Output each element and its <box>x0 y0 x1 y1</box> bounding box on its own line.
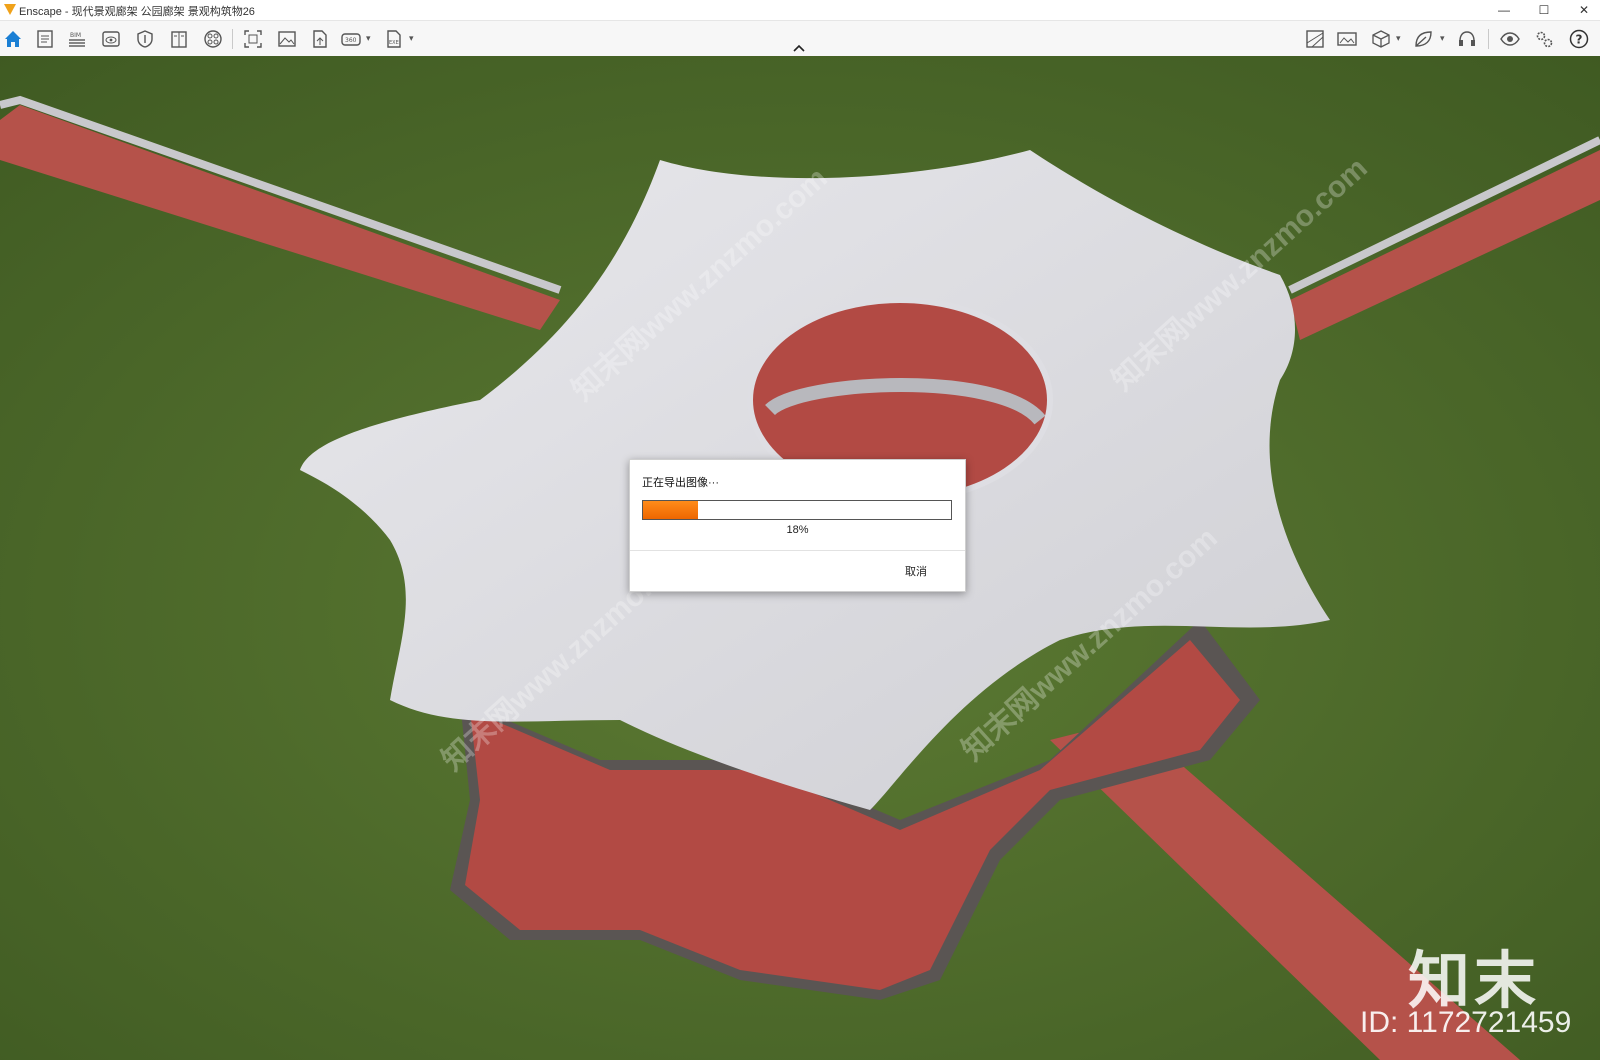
dialog-title: 正在导出图像··· <box>642 477 719 489</box>
eye-icon[interactable] <box>1497 26 1523 52</box>
cancel-button[interactable]: 取消 <box>905 563 927 579</box>
svg-text:360: 360 <box>345 37 357 44</box>
chevron-down-icon[interactable]: ▾ <box>1396 33 1401 44</box>
image-icon[interactable] <box>274 26 300 52</box>
toolbar-separator <box>1488 29 1489 49</box>
settings-icon[interactable] <box>1531 26 1557 52</box>
help-icon[interactable]: ? <box>1566 26 1592 52</box>
materials-icon[interactable] <box>200 26 226 52</box>
export-progress-bar <box>642 500 952 520</box>
progress-percent: 18% <box>786 524 809 536</box>
dialog-divider <box>630 550 965 551</box>
collapse-toolbar-chevron-icon[interactable] <box>788 41 810 55</box>
close-button[interactable]: ✕ <box>1564 0 1600 20</box>
panorama-icon[interactable] <box>1334 26 1360 52</box>
chevron-down-icon[interactable]: ▾ <box>366 33 371 44</box>
cube-icon[interactable] <box>1368 26 1394 52</box>
document-icon[interactable] <box>32 26 58 52</box>
svg-text:?: ? <box>1576 33 1583 47</box>
title-bar: Enscape - 现代景观廊架 公园廊架 景观构筑物26 — ☐ ✕ <box>0 0 1600 21</box>
screenshot-icon[interactable] <box>240 26 266 52</box>
bim-icon[interactable]: BIM <box>64 26 90 52</box>
progress-bar-fill <box>643 501 699 519</box>
maximize-button[interactable]: ☐ <box>1524 0 1564 20</box>
toolbar-separator <box>232 29 233 49</box>
map-icon[interactable] <box>1302 26 1328 52</box>
svg-text:BIM: BIM <box>70 32 81 39</box>
home-icon[interactable] <box>0 26 26 52</box>
leaf-icon[interactable] <box>1410 26 1436 52</box>
view-icon[interactable] <box>98 26 124 52</box>
window-title: Enscape - 现代景观廊架 公园廊架 景观构筑物26 <box>19 6 255 18</box>
minimize-button[interactable]: — <box>1484 0 1524 20</box>
headset-icon[interactable] <box>1454 26 1480 52</box>
export-file-icon[interactable]: EXE <box>380 26 406 52</box>
export-progress-dialog: 正在导出图像··· 18% 取消 <box>629 459 966 592</box>
enscape-logo-icon <box>4 4 16 15</box>
export-icon[interactable] <box>306 26 332 52</box>
svg-text:EXE: EXE <box>389 40 399 46</box>
vr-360-icon[interactable]: 360 <box>338 26 364 52</box>
chevron-down-icon[interactable]: ▾ <box>409 33 414 44</box>
chevron-down-icon[interactable]: ▾ <box>1440 33 1445 44</box>
brand-id: ID: 1172721459 <box>1360 1006 1572 1039</box>
book-icon[interactable] <box>166 26 192 52</box>
shield-icon[interactable] <box>132 26 158 52</box>
